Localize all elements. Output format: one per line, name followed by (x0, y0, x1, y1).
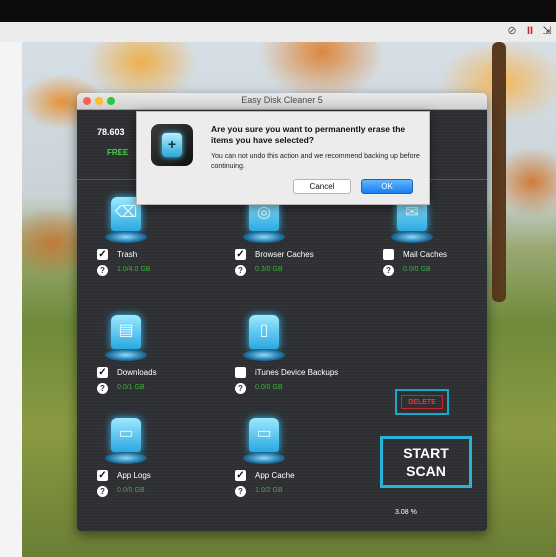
ok-button[interactable]: OK (361, 179, 413, 194)
item-size: 1.0/4.0 GB (117, 266, 151, 273)
item-app-cache: ▭ ✓ App Cache ? 1.0/2 GB (235, 418, 375, 497)
item-label: App Logs (117, 471, 151, 480)
free-space-label: FREE (107, 148, 129, 157)
item-itunes-backups: ▯ iTunes Device Backups ? 0.0/0 GB (235, 315, 385, 394)
itunes-backups-checkbox[interactable] (235, 367, 246, 378)
tree-trunk (492, 42, 506, 302)
window-title: Easy Disk Cleaner 5 (241, 95, 323, 105)
item-size: 0.3/0 GB (255, 266, 283, 273)
dialog-message: You can not undo this action and we reco… (211, 153, 420, 170)
help-icon[interactable]: ? (383, 265, 394, 276)
app-icon: + (151, 124, 193, 166)
item-label: Browser Caches (255, 250, 314, 259)
help-icon[interactable]: ? (235, 265, 246, 276)
title-bar[interactable]: Easy Disk Cleaner 5 (77, 93, 487, 110)
help-icon[interactable]: ? (235, 383, 246, 394)
item-label: iTunes Device Backups (255, 368, 339, 377)
item-label: Mail Caches (403, 250, 448, 259)
progress-percent: 3.08 % (395, 509, 417, 516)
item-trash: ⌫ ✓ Trash ? 1.0/4.0 GB (97, 197, 237, 276)
pause-icon[interactable]: II (524, 25, 536, 37)
item-size: 0.0/1 GB (117, 384, 145, 391)
item-size: 0.0/0 GB (403, 266, 431, 273)
downloads-checkbox[interactable]: ✓ (97, 367, 108, 378)
status-bar: ⊘ II ⇲ (0, 22, 556, 43)
delete-button[interactable]: DELETE (395, 389, 449, 415)
item-size: 0.0/0 GB (117, 487, 145, 494)
left-strip (0, 42, 22, 557)
app-cache-checkbox[interactable]: ✓ (235, 470, 246, 481)
free-space-value: 78.603 (97, 127, 125, 137)
help-icon[interactable]: ? (97, 486, 108, 497)
mail-caches-checkbox[interactable] (383, 249, 394, 260)
item-label: App Cache (255, 471, 295, 480)
device-hologram-icon: ▯ (241, 315, 287, 363)
folder-hologram-icon: ▭ (241, 418, 287, 466)
menu-bar (0, 0, 556, 22)
cancel-button[interactable]: Cancel (293, 179, 351, 194)
item-label: Downloads (117, 368, 157, 377)
help-icon[interactable]: ? (235, 486, 246, 497)
confirm-dialog: + Are you sure you want to permanently e… (136, 111, 430, 205)
help-icon[interactable]: ? (97, 383, 108, 394)
tray-icon[interactable]: ⇲ (541, 25, 553, 37)
item-label: Trash (117, 250, 138, 259)
item-browser-caches: ◎ ✓ Browser Caches ? 0.3/0 GB (235, 197, 375, 276)
document-hologram-icon: ▤ (103, 315, 149, 363)
item-app-logs: ▭ ✓ App Logs ? 0.0/0 GB (97, 418, 237, 497)
item-size: 1.0/2 GB (255, 487, 283, 494)
item-mail-caches: ✉ Mail Caches ? 0.0/0 GB (383, 197, 487, 276)
start-scan-button[interactable]: START SCAN (380, 436, 472, 488)
scan-button-line1: START (403, 445, 449, 461)
trash-checkbox[interactable]: ✓ (97, 249, 108, 260)
circle-status-icon[interactable]: ⊘ (506, 25, 518, 37)
item-size: 0.0/0 GB (255, 384, 283, 391)
app-logs-checkbox[interactable]: ✓ (97, 470, 108, 481)
item-downloads: ▤ ✓ Downloads ? 0.0/1 GB (97, 315, 237, 394)
delete-button-label: DELETE (401, 395, 443, 409)
dialog-title: Are you sure you want to permanently era… (211, 124, 406, 145)
folder-hologram-icon: ▭ (103, 418, 149, 466)
help-icon[interactable]: ? (97, 265, 108, 276)
scan-button-line2: SCAN (406, 463, 446, 479)
browser-caches-checkbox[interactable]: ✓ (235, 249, 246, 260)
